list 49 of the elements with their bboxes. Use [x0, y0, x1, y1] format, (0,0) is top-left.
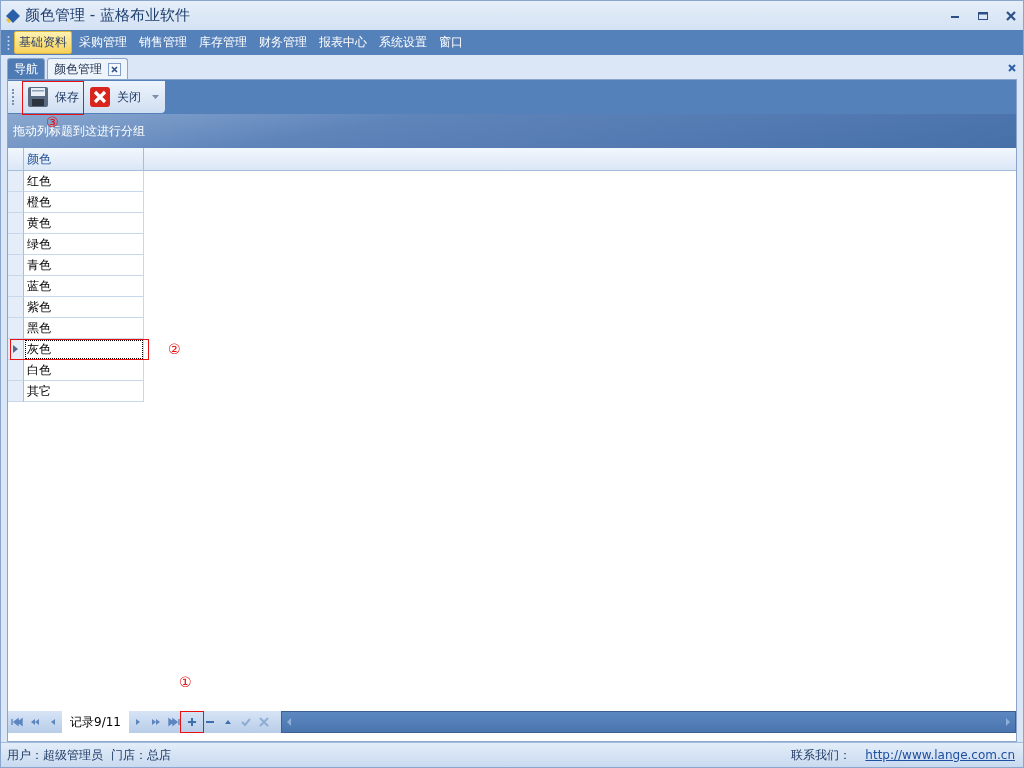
first-record-icon[interactable]	[11, 717, 23, 727]
menu-item[interactable]: 采购管理	[74, 31, 132, 54]
menu-item[interactable]: 系统设置	[374, 31, 432, 54]
table-cell[interactable]: 紫色	[24, 297, 144, 318]
annotation-frame	[179, 711, 204, 733]
table-cell[interactable]: 灰色	[24, 339, 144, 360]
record-counter: 记录9/11	[62, 711, 129, 733]
annotation-number: ①	[178, 675, 192, 689]
window-title: 颜色管理 - 蓝格布业软件	[25, 6, 190, 25]
user-info: 用户：超级管理员 门店：总店	[7, 746, 171, 764]
website-link[interactable]: http://www.lange.com.cn	[865, 748, 1015, 762]
tab[interactable]: 导航	[7, 58, 45, 79]
menu-item[interactable]: 窗口	[434, 31, 468, 54]
grip-icon	[7, 34, 10, 51]
menu-item[interactable]: 基础资料	[14, 31, 72, 54]
table-cell[interactable]: 白色	[24, 360, 144, 381]
close-icon[interactable]	[108, 62, 121, 76]
table-cell[interactable]: 绿色	[24, 234, 144, 255]
app-icon	[5, 7, 21, 24]
previous-page-icon[interactable]	[29, 717, 41, 727]
scroll-right-icon[interactable]	[1005, 717, 1011, 727]
tab[interactable]: 颜色管理	[47, 58, 128, 79]
table-cell[interactable]: 青色	[24, 255, 144, 276]
table-cell[interactable]: 红色	[24, 171, 144, 192]
column-header[interactable]: 颜色	[24, 148, 144, 170]
table-cell[interactable]: 黑色	[24, 318, 144, 339]
close-icon[interactable]	[1007, 63, 1017, 73]
menu-item[interactable]: 销售管理	[134, 31, 192, 54]
table-cell[interactable]: 蓝色	[24, 276, 144, 297]
table-cell[interactable]: 黄色	[24, 213, 144, 234]
close-icon	[89, 86, 111, 108]
table-cell[interactable]: 其它	[24, 381, 144, 402]
scroll-left-icon[interactable]	[285, 717, 292, 727]
next-page-icon[interactable]	[149, 717, 162, 727]
contact-label: 联系我们：	[791, 746, 852, 764]
caret-icon[interactable]	[152, 95, 159, 99]
close-button[interactable]: 关闭	[86, 84, 144, 110]
table-cell[interactable]: 橙色	[24, 192, 144, 213]
maximize-icon[interactable]	[977, 9, 989, 22]
annotation-frame	[22, 81, 84, 115]
menu-item[interactable]: 财务管理	[254, 31, 312, 54]
grip-icon	[12, 89, 16, 105]
add-icon[interactable]	[185, 717, 198, 727]
last-record-icon[interactable]	[167, 717, 180, 727]
annotation-number: ②	[168, 342, 181, 356]
menu-item[interactable]: 库存管理	[194, 31, 252, 54]
menu-item[interactable]: 报表中心	[314, 31, 372, 54]
close-icon[interactable]	[1005, 9, 1017, 22]
horizontal-scrollbar[interactable]	[280, 711, 1016, 733]
